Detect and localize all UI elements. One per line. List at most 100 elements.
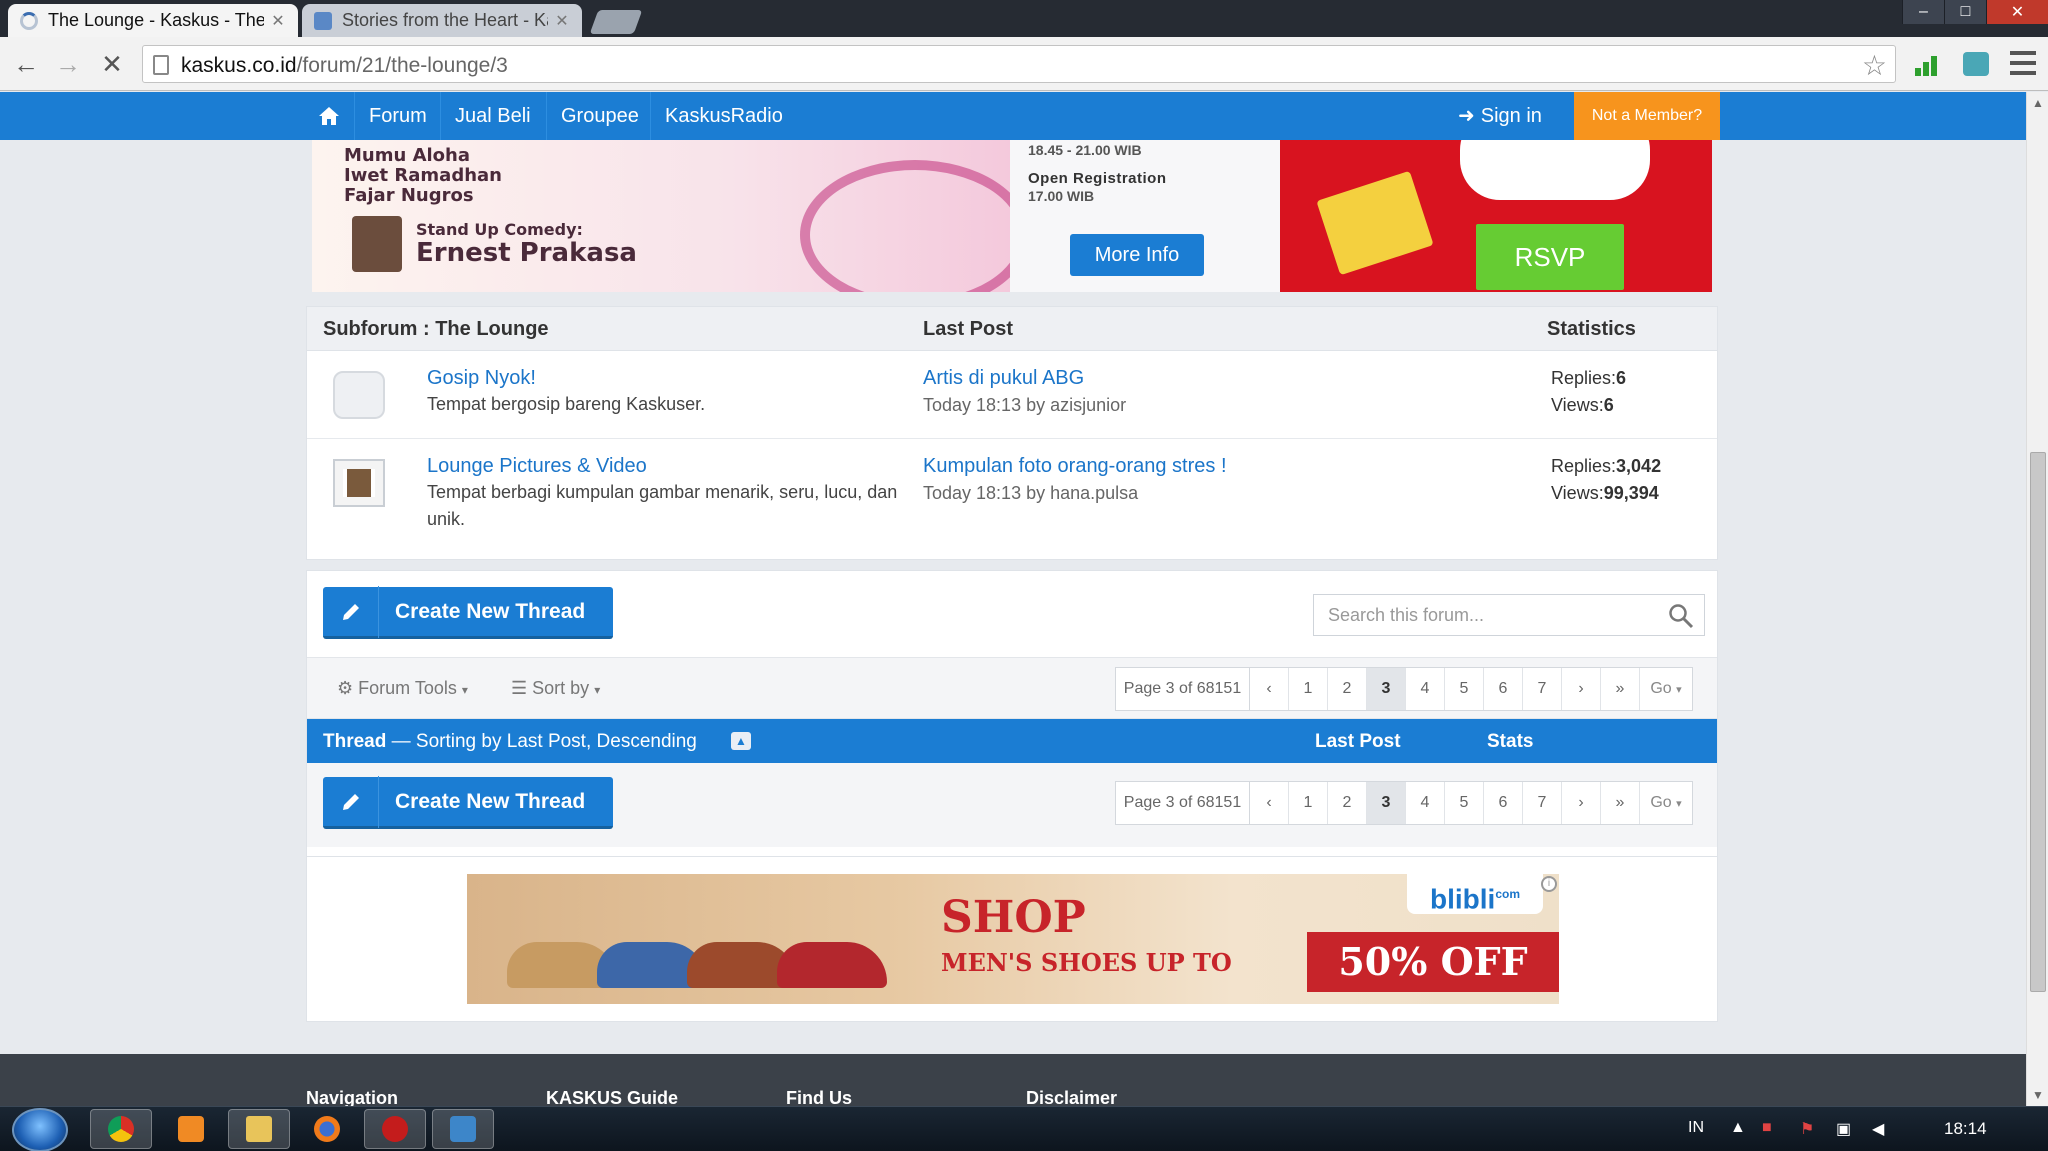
subforum-description: Tempat bergosip bareng Kaskuser.	[427, 394, 706, 414]
prev-page-icon[interactable]: ‹	[1250, 668, 1289, 710]
url-text[interactable]: kaskus.co.id/forum/21/the-lounge/3	[181, 54, 508, 78]
picture-frame-icon	[333, 459, 385, 507]
network-tray-icon[interactable]: ▣	[1836, 1119, 1851, 1139]
language-indicator[interactable]: IN	[1688, 1119, 1704, 1137]
media-app-taskbar-icon[interactable]	[364, 1109, 426, 1149]
nav-groupee[interactable]: Groupee	[546, 92, 653, 140]
vertical-scrollbar[interactable]: ▲ ▼	[2026, 92, 2048, 1106]
collapse-toggle-icon[interactable]: ▲	[731, 732, 751, 750]
sort-separator: ,	[585, 731, 597, 752]
chrome-taskbar-icon[interactable]	[90, 1109, 152, 1149]
next-page-icon[interactable]: ›	[1562, 782, 1601, 824]
search-icon[interactable]	[1668, 603, 1694, 634]
stats-column-header[interactable]: Stats	[1487, 731, 1533, 753]
page-viewport: Forum Jual Beli Groupee KaskusRadio ➜ Sig…	[0, 92, 2026, 1106]
minimize-button[interactable]: –	[1902, 0, 1944, 24]
back-arrow-icon[interactable]: ←	[10, 49, 42, 79]
page-link[interactable]: 6	[1484, 782, 1523, 824]
rsvp-button[interactable]: RSVP	[1476, 224, 1624, 290]
show-hidden-icons-icon[interactable]: ▲	[1730, 1119, 1746, 1137]
volume-tray-icon[interactable]: ◀	[1872, 1119, 1884, 1139]
maximize-button[interactable]: □	[1944, 0, 1986, 24]
next-page-icon[interactable]: ›	[1562, 668, 1601, 710]
file-explorer-taskbar-icon[interactable]	[228, 1109, 290, 1149]
page-link[interactable]: 4	[1406, 668, 1445, 710]
new-tab-button[interactable]	[589, 10, 643, 34]
action-center-flag-icon[interactable]: ⚑	[1800, 1119, 1814, 1139]
go-to-page-dropdown[interactable]: Go ▾	[1640, 668, 1692, 710]
current-page: 3	[1367, 668, 1406, 710]
tab-the-lounge[interactable]: The Lounge - Kaskus - The ✕	[8, 4, 298, 37]
url-path: /forum/21/the-lounge/3	[296, 54, 508, 77]
page-link[interactable]: 1	[1289, 782, 1328, 824]
page-link[interactable]: 6	[1484, 668, 1523, 710]
page-link[interactable]: 4	[1406, 782, 1445, 824]
ad-info-icon[interactable]: i	[1541, 876, 1557, 892]
windows-start-icon[interactable]	[12, 1108, 68, 1151]
page-link[interactable]: 7	[1523, 782, 1562, 824]
banner-schedule: 18.45 - 21.00 WIB Open Registration 17.0…	[1010, 140, 1280, 292]
ad-offer: 50% OFF	[1307, 932, 1559, 992]
page-link[interactable]: 2	[1328, 782, 1367, 824]
pencil-icon	[323, 775, 379, 828]
forward-arrow-icon[interactable]: →	[52, 49, 84, 79]
address-bar[interactable]: kaskus.co.id/forum/21/the-lounge/3 ☆	[142, 45, 1896, 83]
scroll-up-icon[interactable]: ▲	[2027, 96, 2048, 110]
browser-toolbar: ← → ✕ kaskus.co.id/forum/21/the-lounge/3…	[0, 37, 2048, 91]
scroll-down-icon[interactable]: ▼	[2027, 1088, 2048, 1102]
not-a-member-button[interactable]: Not a Member?	[1574, 92, 1720, 140]
page-link[interactable]: 2	[1328, 668, 1367, 710]
ad-subline: MEN'S SHOES UP TO	[941, 948, 1232, 977]
subforum-link[interactable]: Lounge Pictures & Video	[427, 455, 647, 478]
nav-kaskusradio[interactable]: KaskusRadio	[650, 92, 797, 140]
page-link[interactable]: 5	[1445, 782, 1484, 824]
firefox-taskbar-icon[interactable]	[296, 1109, 358, 1149]
bookmark-star-icon[interactable]: ☆	[1862, 49, 1887, 82]
page-link[interactable]: 1	[1289, 668, 1328, 710]
download-app-taskbar-icon[interactable]	[432, 1109, 494, 1149]
taskbar-clock[interactable]: 18:14	[1944, 1119, 1987, 1139]
event-banner[interactable]: Mumu Aloha Iwet Ramadhan Fajar Nugros St…	[306, 140, 1712, 292]
shoe-image	[777, 942, 887, 988]
last-post-link[interactable]: Artis di pukul ABG	[923, 367, 1084, 390]
stop-loading-icon[interactable]: ✕	[96, 49, 128, 79]
signal-bars-extension-icon[interactable]	[1915, 52, 1941, 76]
shield-extension-icon[interactable]	[1963, 52, 1989, 76]
kaskus-top-nav: Forum Jual Beli Groupee KaskusRadio ➜ Sig…	[0, 92, 2026, 140]
tab-stories-from-the-heart[interactable]: Stories from the Heart - Ka ✕	[302, 4, 582, 37]
blibli-shoe-ad[interactable]: SHOP MEN'S SHOES UP TO 50% OFF bliblicom…	[467, 874, 1559, 1004]
brand-suffix: com	[1495, 887, 1520, 901]
page-link[interactable]: 5	[1445, 668, 1484, 710]
sort-order[interactable]: Descending	[597, 731, 697, 752]
pagination-top: Page 3 of 68151 ‹ 1 2 3 4 5 6 7 › » Go ▾	[1115, 667, 1693, 711]
pagination-bottom: Page 3 of 68151 ‹ 1 2 3 4 5 6 7 › » Go ▾	[1115, 781, 1693, 825]
search-input[interactable]	[1314, 595, 1654, 635]
last-post-link[interactable]: Kumpulan foto orang-orang stres !	[923, 455, 1227, 478]
nav-jual-beli[interactable]: Jual Beli	[440, 92, 545, 140]
subforum-row: Lounge Pictures & Video Tempat berbagi k…	[307, 439, 1717, 549]
sort-field[interactable]: Last Post	[507, 731, 586, 752]
subforum-link[interactable]: Gosip Nyok!	[427, 367, 536, 390]
antivirus-tray-icon[interactable]: ■	[1762, 1119, 1772, 1137]
forum-tools-dropdown[interactable]: ⚙ Forum Tools ▾	[337, 678, 468, 699]
home-icon[interactable]	[308, 92, 350, 140]
replies-value: 6	[1616, 368, 1627, 388]
last-page-icon[interactable]: »	[1601, 782, 1640, 824]
page-link[interactable]: 7	[1523, 668, 1562, 710]
create-new-thread-button[interactable]: Create New Thread	[323, 585, 613, 639]
create-new-thread-button[interactable]: Create New Thread	[323, 775, 613, 829]
feather-app-taskbar-icon[interactable]	[160, 1109, 222, 1149]
more-info-button[interactable]: More Info	[1070, 234, 1204, 276]
go-to-page-dropdown[interactable]: Go ▾	[1640, 782, 1692, 824]
prev-page-icon[interactable]: ‹	[1250, 782, 1289, 824]
scrollbar-thumb[interactable]	[2030, 452, 2046, 992]
chrome-menu-icon[interactable]	[2010, 51, 2036, 75]
close-window-button[interactable]: ✕	[1986, 0, 2048, 24]
last-post-column-header[interactable]: Last Post	[1315, 731, 1401, 753]
last-page-icon[interactable]: »	[1601, 668, 1640, 710]
tab-close-icon[interactable]: ✕	[554, 11, 570, 31]
nav-forum[interactable]: Forum	[354, 92, 441, 140]
sort-by-dropdown[interactable]: ☰ Sort by ▾	[511, 678, 600, 699]
tab-close-icon[interactable]: ✕	[270, 11, 286, 31]
sign-in-link[interactable]: ➜ Sign in	[1458, 92, 1542, 140]
